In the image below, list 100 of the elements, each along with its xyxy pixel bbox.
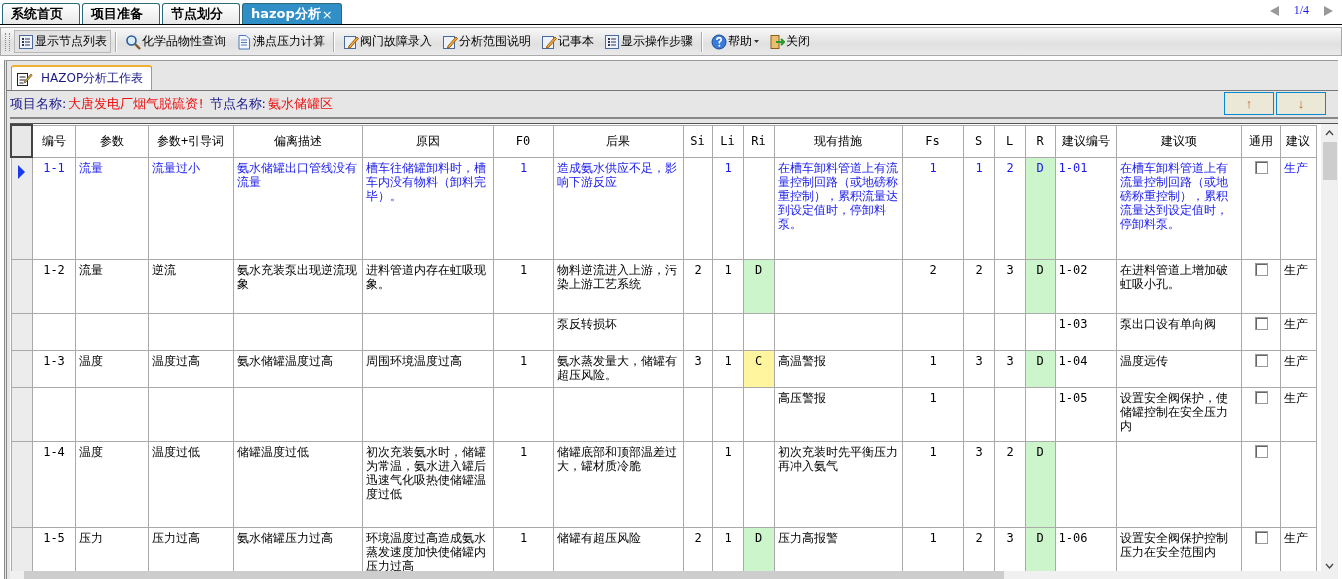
help-icon <box>711 33 727 50</box>
toolbar-button[interactable]: 关闭 <box>765 30 814 53</box>
table-cell: 1-04 <box>1058 353 1088 368</box>
table-cell: 1-5 <box>43 530 65 545</box>
table-cell: 1 <box>724 160 732 175</box>
table-cell: 3 <box>1006 353 1014 368</box>
table-cell: 储罐底部和顶部温差过大，罐材质冷脆 <box>556 444 677 473</box>
column-header[interactable]: Ri <box>743 125 774 157</box>
table-cell: 高温警报 <box>777 353 826 368</box>
column-header[interactable]: 建议 <box>1280 125 1316 157</box>
table-cell: 温度过低 <box>151 444 200 459</box>
column-header[interactable]: 参数 <box>75 125 148 157</box>
table-cell: 进料管道内存在虹吸现象。 <box>365 262 486 291</box>
table-cell: 1 <box>929 160 937 175</box>
table-cell: 设置安全阀保护控制压力在安全范围内 <box>1119 530 1228 559</box>
column-header[interactable]: 参数+引导词 <box>148 125 233 157</box>
move-button[interactable]: ↑ <box>1224 92 1274 115</box>
column-header[interactable]: Li <box>712 125 743 157</box>
checkbox[interactable] <box>1254 530 1268 544</box>
table-cell: 氨水储罐压力过高 <box>236 530 333 545</box>
tab[interactable]: 项目准备 <box>82 3 160 24</box>
table-cell: 初次充装时先平衡压力再冲入氨气 <box>777 444 898 473</box>
horizontal-scrollbar[interactable] <box>10 571 1338 579</box>
toolbar-button[interactable]: 显示操作步骤 <box>600 30 697 53</box>
table-cell: 生产 <box>1283 390 1308 405</box>
tab[interactable]: 节点划分 <box>162 3 240 24</box>
table-cell: 设置安全阀保护，使储罐控制在安全压力内 <box>1119 390 1228 433</box>
scrollbar-thumb[interactable] <box>1322 142 1337 180</box>
column-header[interactable]: 建议项 <box>1116 125 1241 157</box>
toolbar-button[interactable]: 沸点压力计算 <box>232 30 329 53</box>
column-header[interactable]: 后果 <box>553 125 683 157</box>
column-header[interactable]: 现有措施 <box>774 125 902 157</box>
column-header[interactable]: 建议编号 <box>1055 125 1116 157</box>
table-cell: 1-01 <box>1058 160 1088 175</box>
column-header[interactable]: 原因 <box>362 125 493 157</box>
table-cell: 生产 <box>1283 262 1308 277</box>
risk-level: D <box>1025 157 1055 259</box>
row-header-corner <box>11 125 32 157</box>
table-cell: 氨水充装泵出现逆流现象 <box>236 262 357 291</box>
column-header[interactable]: 偏离描述 <box>233 125 362 157</box>
table-cell: 槽车往储罐卸料时，槽车内没有物料（卸料完毕）。 <box>365 160 486 203</box>
field-value: 大唐发电厂烟气脱硫资! <box>68 95 204 113</box>
scrollbar-thumb[interactable] <box>24 571 1004 579</box>
column-header[interactable]: F0 <box>493 125 553 157</box>
vertical-scrollbar[interactable] <box>1321 124 1338 571</box>
toolbar-button[interactable]: 记事本 <box>537 30 598 53</box>
table-cell: 压力 <box>78 530 103 545</box>
table-cell: 2 <box>975 262 983 277</box>
table-cell: 温度 <box>78 353 103 368</box>
table-cell: 生产 <box>1283 160 1308 175</box>
table-cell: 1 <box>929 353 937 368</box>
table-cell: 1 <box>724 353 732 368</box>
toolbar-button[interactable]: 阀门故障录入 <box>339 30 436 53</box>
checkbox[interactable] <box>1254 262 1268 276</box>
caret-icon <box>754 40 759 43</box>
table-cell: 储罐温度过低 <box>236 444 309 459</box>
tab[interactable]: 系统首页 <box>2 3 80 24</box>
toolbar-button[interactable]: 显示节点列表 <box>14 30 111 53</box>
table-cell: 1 <box>519 353 528 368</box>
pencil-document-icon <box>541 33 557 50</box>
column-header[interactable]: L <box>994 125 1025 157</box>
column-header[interactable]: 通用 <box>1241 125 1280 157</box>
table-cell: 流量过小 <box>151 160 200 175</box>
worksheet-tab[interactable]: HAZOP分析工作表 <box>11 65 153 90</box>
toolbar-button[interactable]: 帮助 <box>707 30 763 53</box>
table-cell: 压力过高 <box>151 530 200 545</box>
checkbox[interactable] <box>1254 444 1268 458</box>
table-cell: 泵反转损坏 <box>556 316 617 331</box>
checkbox[interactable] <box>1254 316 1268 330</box>
column-header[interactable]: R <box>1025 125 1055 157</box>
field-value: 氨水储罐区 <box>268 95 333 113</box>
column-header[interactable]: Fs <box>902 125 963 157</box>
column-header[interactable]: 编号 <box>32 125 75 157</box>
table-cell: 温度 <box>78 444 103 459</box>
table-cell: 2 <box>929 262 937 277</box>
toolbar-button[interactable]: 分析范围说明 <box>438 30 535 53</box>
row-header[interactable] <box>11 157 32 259</box>
column-header[interactable]: Si <box>683 125 712 157</box>
document-icon <box>236 33 252 50</box>
table-cell: 流量 <box>78 262 103 277</box>
table-cell: 高压警报 <box>777 390 826 405</box>
table-cell: 1-3 <box>43 353 65 368</box>
table-cell: 1 <box>519 160 528 175</box>
tab[interactable]: hazop分析× <box>242 3 342 24</box>
move-button[interactable]: ↓ <box>1276 92 1326 115</box>
column-header[interactable]: S <box>963 125 994 157</box>
list-icon <box>18 33 34 50</box>
checkbox[interactable] <box>1254 390 1268 404</box>
table-cell: 1 <box>519 444 528 459</box>
table-cell: 在槽车卸料管道上有流量控制回路（或地磅称重控制），累积流量达到设定值时，停卸料泵。 <box>1119 160 1228 231</box>
table-cell: 1-05 <box>1058 390 1088 405</box>
table-cell: 1-4 <box>43 444 65 459</box>
table-cell: 逆流 <box>151 262 176 277</box>
checkbox[interactable] <box>1254 160 1268 174</box>
table-cell: 1 <box>929 444 937 459</box>
close-button[interactable]: × <box>321 6 333 22</box>
search-icon <box>125 33 141 50</box>
toolbar-button[interactable]: 化学品物性查询 <box>121 30 230 53</box>
checkbox[interactable] <box>1254 353 1268 367</box>
table-cell: 环境温度过高造成氨水蒸发速度加快使储罐内压力过高 <box>365 530 486 571</box>
